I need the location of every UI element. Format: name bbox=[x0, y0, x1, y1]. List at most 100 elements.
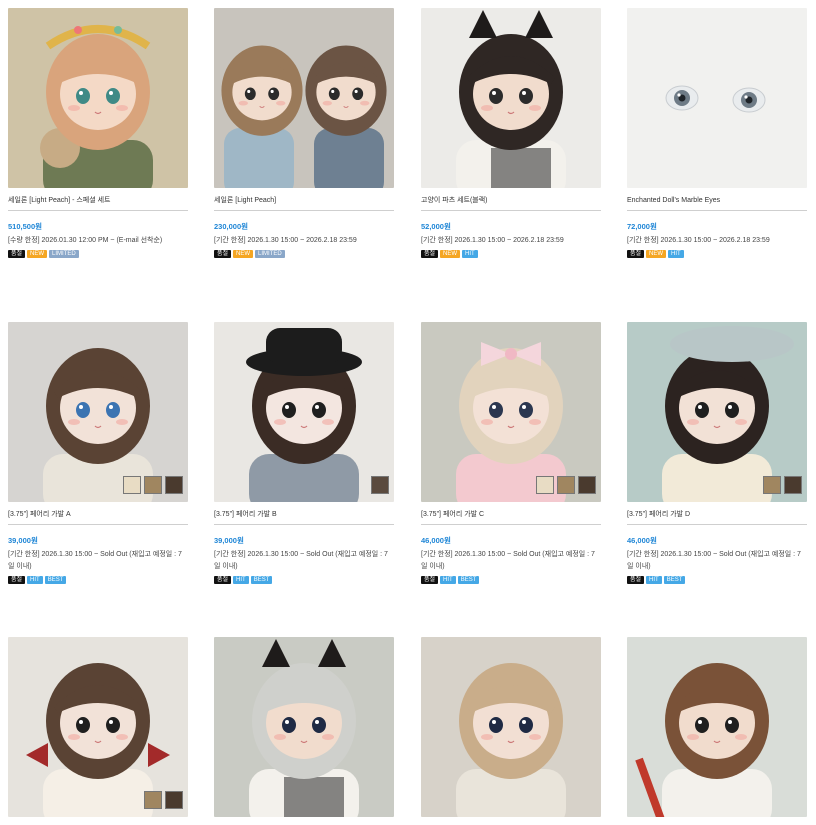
badge-new: NEW bbox=[646, 250, 667, 258]
product-name[interactable]: [3.75"] 페어리 가발 B bbox=[214, 510, 394, 522]
product-image[interactable] bbox=[627, 8, 807, 188]
product-price: 510,500원 bbox=[8, 222, 43, 231]
badge-row: 품절 NEW HIT bbox=[627, 250, 807, 258]
product-description: [기간 한정] 2026.1.30 15:00 ~ Sold Out (재입고 … bbox=[627, 551, 801, 570]
product-price: 46,000원 bbox=[627, 536, 657, 545]
product-price: 39,000원 bbox=[214, 536, 244, 545]
badge-hit: HIT bbox=[462, 250, 478, 258]
badge-best: BEST bbox=[457, 576, 480, 584]
product-price: 52,000원 bbox=[421, 222, 451, 231]
badge-new: NEW bbox=[440, 250, 461, 258]
product-image[interactable] bbox=[214, 8, 394, 188]
product-price: 46,000원 bbox=[421, 536, 451, 545]
badge-hit: HIT bbox=[646, 576, 662, 584]
badge-limited: LIMITED bbox=[255, 250, 285, 258]
color-swatch[interactable] bbox=[763, 476, 781, 494]
badge-row: 품절 HIT BEST bbox=[8, 576, 188, 584]
product-price: 72,000원 bbox=[627, 222, 657, 231]
badge-limited: LIMITED bbox=[49, 250, 79, 258]
badge-row: 품절 NEW LIMITED bbox=[214, 250, 394, 258]
product-image[interactable] bbox=[627, 637, 807, 817]
color-swatch[interactable] bbox=[536, 476, 554, 494]
product-image[interactable] bbox=[8, 637, 188, 817]
product-name[interactable]: 세일론 [Light Peach] bbox=[214, 196, 394, 208]
color-swatch[interactable] bbox=[784, 476, 802, 494]
product-description: [기간 한정] 2026.1.30 15:00 ~ Sold Out (재입고 … bbox=[214, 551, 388, 570]
product-info: [3.75"] 페어리 가발 C 46,000원 [기간 한정] 2026.1.30… bbox=[421, 510, 601, 584]
badge-new: NEW bbox=[233, 250, 254, 258]
product-info: Enchanted Doll's Marble Eyes 72,000원 [기간 한… bbox=[627, 196, 807, 258]
badge-black: 품절 bbox=[421, 576, 439, 584]
product-price: 39,000원 bbox=[8, 536, 38, 545]
color-swatches bbox=[123, 476, 183, 494]
badge-black: 품절 bbox=[8, 576, 26, 584]
product-grid: 세일론 [Light Peach] - 스페셜 세트 510,500원 [수량 한정… bbox=[0, 0, 816, 825]
product-info: [3.75"] 페어리 가발 B 39,000원 [기간 한정] 2026.1.30… bbox=[214, 510, 394, 584]
product-name[interactable]: [3.75"] 페어리 가발 C bbox=[421, 510, 601, 522]
product-name[interactable]: 고양이 파츠 세트(블랙) bbox=[421, 196, 601, 208]
product-image[interactable] bbox=[421, 637, 601, 817]
badge-row: 품절 NEW HIT bbox=[421, 250, 601, 258]
color-swatch[interactable] bbox=[578, 476, 596, 494]
badge-row: 품절 HIT BEST bbox=[627, 576, 807, 584]
color-swatch[interactable] bbox=[165, 791, 183, 809]
product-name[interactable]: Enchanted Doll's Marble Eyes bbox=[627, 196, 807, 208]
color-swatch[interactable] bbox=[557, 476, 575, 494]
badge-row: 품절 NEW LIMITED bbox=[8, 250, 188, 258]
divider bbox=[421, 524, 601, 525]
product-image[interactable] bbox=[214, 637, 394, 817]
color-swatch[interactable] bbox=[144, 791, 162, 809]
product-image[interactable] bbox=[421, 322, 601, 502]
color-swatches bbox=[371, 476, 389, 494]
color-swatches bbox=[144, 791, 183, 809]
product-description: [수량 한정] 2026.01.30 12:00 PM ~ (E-mail 선착… bbox=[8, 237, 163, 244]
color-swatches bbox=[536, 476, 596, 494]
product-description: [기간 한정] 2026.1.30 15:00 ~ Sold Out (재입고 … bbox=[8, 551, 182, 570]
product-info: 세일론 [Light Peach] - 스페셜 세트 510,500원 [수량 한정… bbox=[8, 196, 188, 258]
badge-black: 품절 bbox=[627, 250, 645, 258]
divider bbox=[8, 524, 188, 525]
product-name[interactable]: [3.75"] 페어리 가발 A bbox=[8, 510, 188, 522]
product-info: 세일론 [Light Peach] 230,000원 [기간 한정] 2026.1.… bbox=[214, 196, 394, 258]
divider bbox=[421, 210, 601, 211]
badge-row: 품절 HIT BEST bbox=[214, 576, 394, 584]
product-description: [기간 한정] 2026.1.30 15:00 ~ 2026.2.18 23:5… bbox=[627, 237, 770, 244]
divider bbox=[214, 524, 394, 525]
badge-black: 품절 bbox=[214, 576, 232, 584]
divider bbox=[627, 210, 807, 211]
product-info: [3.75"] 페어리 가발 D 46,000원 [기간 한정] 2026.1.30… bbox=[627, 510, 807, 584]
product-image[interactable] bbox=[8, 322, 188, 502]
color-swatch[interactable] bbox=[144, 476, 162, 494]
divider bbox=[627, 524, 807, 525]
product-image[interactable] bbox=[627, 322, 807, 502]
badge-hit: HIT bbox=[27, 576, 43, 584]
badge-hit: HIT bbox=[440, 576, 456, 584]
color-swatch[interactable] bbox=[123, 476, 141, 494]
product-info: [3.75"] 페어리 가발 A 39,000원 [기간 한정] 2026.1.30… bbox=[8, 510, 188, 584]
badge-black: 품절 bbox=[421, 250, 439, 258]
product-description: [기간 한정] 2026.1.30 15:00 ~ 2026.2.18 23:5… bbox=[421, 237, 564, 244]
product-image[interactable] bbox=[214, 322, 394, 502]
badge-best: BEST bbox=[44, 576, 67, 584]
product-name[interactable]: [3.75"] 페어리 가발 D bbox=[627, 510, 807, 522]
product-image[interactable] bbox=[421, 8, 601, 188]
product-image[interactable] bbox=[8, 8, 188, 188]
color-swatch[interactable] bbox=[371, 476, 389, 494]
badge-best: BEST bbox=[250, 576, 273, 584]
badge-black: 품절 bbox=[627, 576, 645, 584]
product-info: 고양이 파츠 세트(블랙) 52,000원 [기간 한정] 2026.1.30 15… bbox=[421, 196, 601, 258]
product-description: [기간 한정] 2026.1.30 15:00 ~ 2026.2.18 23:5… bbox=[214, 237, 357, 244]
badge-hit: HIT bbox=[668, 250, 684, 258]
badge-black: 품절 bbox=[214, 250, 232, 258]
color-swatch[interactable] bbox=[165, 476, 183, 494]
product-description: [기간 한정] 2026.1.30 15:00 ~ Sold Out (재입고 … bbox=[421, 551, 595, 570]
divider bbox=[214, 210, 394, 211]
divider bbox=[8, 210, 188, 211]
product-price: 230,000원 bbox=[214, 222, 249, 231]
badge-hit: HIT bbox=[233, 576, 249, 584]
product-name[interactable]: 세일론 [Light Peach] - 스페셜 세트 bbox=[8, 196, 188, 208]
color-swatches bbox=[763, 476, 802, 494]
badge-black: 품절 bbox=[8, 250, 26, 258]
badge-new: NEW bbox=[27, 250, 48, 258]
badge-best: BEST bbox=[663, 576, 686, 584]
